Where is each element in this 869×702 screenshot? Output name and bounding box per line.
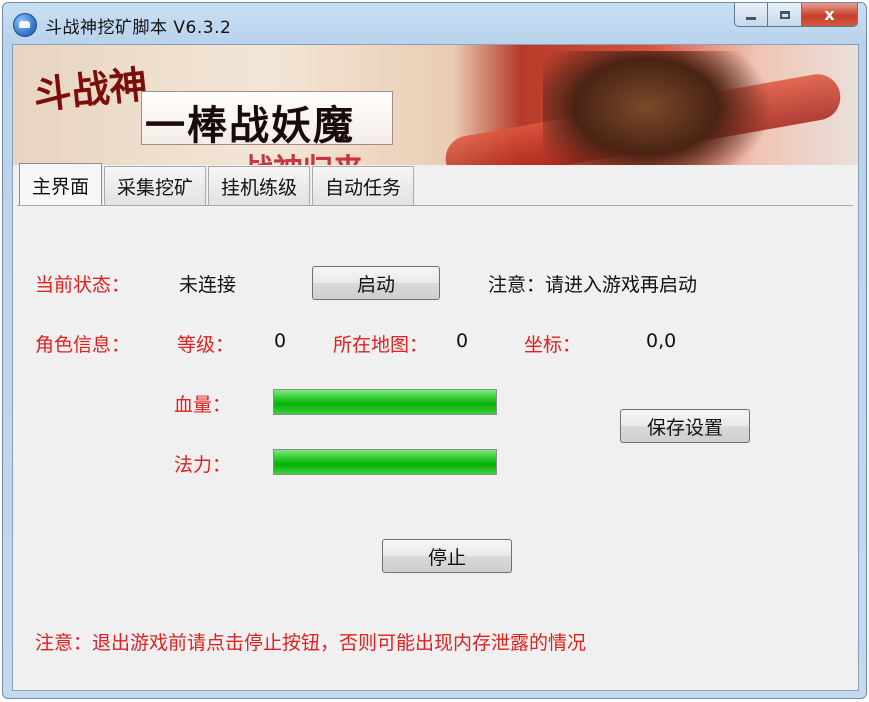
status-label: 当前状态： [35,274,131,296]
app-window: 斗战神挖矿脚本 V6.3.2 x 斗战神 一棒战妖魔 战神归来 主界面 采集挖矿… [2,2,867,699]
caption-buttons: x [734,3,858,27]
main-tab-panel: 当前状态： 未连接 启动 注意：请进入游戏再启动 角色信息： 等级： 0 所在地… [17,205,853,686]
save-settings-button[interactable]: 保存设置 [620,409,750,443]
tab-leveling[interactable]: 挂机练级 [208,166,311,206]
hp-label: 血量： [174,394,232,416]
minimize-icon [746,17,756,20]
close-button[interactable]: x [802,3,858,27]
app-icon [13,13,37,37]
coord-value: 0,0 [646,330,677,352]
close-icon: x [824,5,835,24]
tab-main[interactable]: 主界面 [19,163,103,206]
map-value: 0 [456,330,469,352]
maximize-button[interactable] [768,3,802,27]
start-button[interactable]: 启动 [312,266,440,300]
banner-hero-art [543,51,773,165]
level-value: 0 [274,330,287,352]
mp-bar-fill [274,450,496,474]
mp-bar [273,449,497,475]
maximize-icon [779,10,790,19]
banner-subtext: 战神归来 [243,145,363,165]
game-banner: 斗战神 一棒战妖魔 战神归来 [13,45,858,165]
stop-button[interactable]: 停止 [382,539,512,573]
client-area: 斗战神 一棒战妖魔 战神归来 主界面 采集挖矿 挂机练级 自动任务 当前状态： … [12,44,859,691]
footer-warning: 注意：退出游戏前请点击停止按钮，否则可能出现内存泄露的情况 [35,632,587,654]
minimize-button[interactable] [734,3,768,27]
banner-slogan: 一棒战妖魔 [145,102,355,149]
tab-strip: 主界面 采集挖矿 挂机练级 自动任务 [19,163,416,206]
tab-auto-quest[interactable]: 自动任务 [312,166,415,206]
start-note: 注意：请进入游戏再启动 [488,274,698,296]
level-label: 等级： [177,334,235,356]
coord-label: 坐标： [524,334,582,356]
status-value: 未连接 [179,274,237,296]
hp-bar-fill [274,390,496,414]
role-info-label: 角色信息： [35,334,131,356]
title-bar[interactable]: 斗战神挖矿脚本 V6.3.2 x [3,3,866,43]
game-logo: 斗战神 [31,61,150,118]
mp-label: 法力： [174,454,232,476]
tab-mining[interactable]: 采集挖矿 [104,166,207,206]
map-label: 所在地图： [333,334,429,356]
window-title: 斗战神挖矿脚本 V6.3.2 [45,18,232,38]
hp-bar [273,389,497,415]
